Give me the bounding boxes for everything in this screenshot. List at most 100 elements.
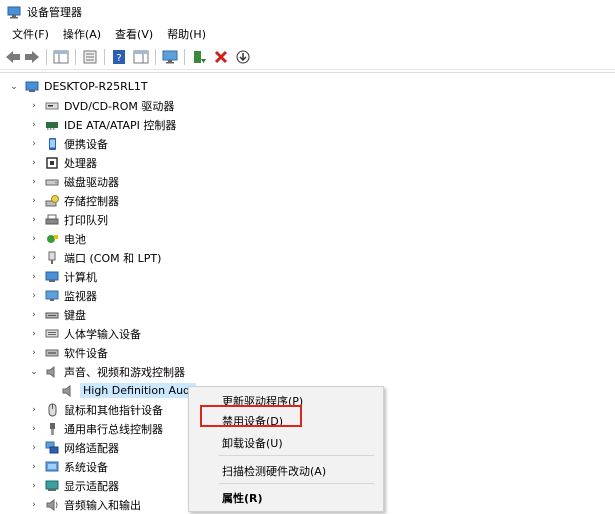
update-driver-icon[interactable] [190, 48, 208, 66]
tree-category[interactable]: › 监视器 [28, 286, 97, 305]
category-label: 显示适配器 [64, 479, 119, 493]
expand-chevron-icon[interactable]: › [28, 157, 40, 169]
ctx-properties[interactable]: 属性(R) [222, 490, 263, 506]
tree-category[interactable]: › DVD/CD-ROM 驱动器 [28, 96, 174, 115]
toolbar-separator [155, 49, 156, 65]
category-label: 计算机 [64, 270, 97, 284]
tree-category[interactable]: › 电池 [28, 229, 86, 248]
menu-action[interactable]: 操作(A) [61, 25, 103, 43]
printer-icon [44, 213, 60, 227]
tree-category[interactable]: › 便携设备 [28, 134, 108, 153]
disk-drive-icon [44, 175, 60, 189]
tree-category[interactable]: › IDE ATA/ATAPI 控制器 [28, 115, 176, 134]
expand-chevron-icon[interactable]: › [28, 423, 40, 435]
back-arrow-icon[interactable] [4, 48, 22, 66]
expand-chevron-icon[interactable]: › [28, 195, 40, 207]
expand-chevron-icon[interactable]: › [28, 442, 40, 454]
uninstall-x-icon[interactable] [212, 48, 230, 66]
tree-category[interactable]: › 计算机 [28, 267, 97, 286]
expand-chevron-icon[interactable]: › [28, 309, 40, 321]
menu-file[interactable]: 文件(F) [10, 25, 51, 43]
tree-category[interactable]: › 音频输入和输出 [28, 495, 141, 514]
portable-device-icon [44, 137, 60, 151]
category-label: 磁盘驱动器 [64, 175, 119, 189]
tree-category[interactable]: › 键盘 [28, 305, 86, 324]
dvd-drive-icon [44, 99, 60, 113]
storage-controller-icon [44, 194, 60, 208]
expand-chevron-icon[interactable]: › [28, 176, 40, 188]
tree-category[interactable]: › 软件设备 [28, 343, 108, 362]
expand-chevron-icon[interactable]: › [28, 233, 40, 245]
collapse-chevron-icon[interactable]: ⌄ [8, 81, 20, 93]
audio-io-icon [44, 498, 60, 512]
usb-icon [44, 422, 60, 436]
expand-chevron-icon[interactable]: › [28, 404, 40, 416]
highlight-box [200, 405, 302, 427]
category-label: 打印队列 [64, 213, 108, 227]
toolbar-separator [46, 49, 47, 65]
expand-chevron-icon[interactable]: › [28, 461, 40, 473]
expand-chevron-icon[interactable]: › [28, 138, 40, 150]
computer-icon [24, 80, 40, 94]
expand-chevron-icon[interactable]: › [28, 100, 40, 112]
ide-controller-icon [44, 118, 60, 132]
category-label: 端口 (COM 和 LPT) [64, 251, 162, 265]
keyboard-icon [44, 308, 60, 322]
category-label: 键盘 [64, 308, 86, 322]
expand-chevron-icon[interactable]: › [28, 214, 40, 226]
device-manager-icon [7, 5, 21, 19]
category-label: IDE ATA/ATAPI 控制器 [64, 118, 177, 132]
tree-category[interactable]: › 打印队列 [28, 210, 108, 229]
collapse-chevron-icon[interactable]: ⌄ [28, 366, 40, 378]
category-label: 网络适配器 [64, 441, 119, 455]
tree-category[interactable]: › 网络适配器 [28, 438, 119, 457]
expand-chevron-icon[interactable]: › [28, 499, 40, 511]
scan-monitor-icon[interactable] [161, 48, 179, 66]
tree-category[interactable]: › 处理器 [28, 153, 97, 172]
tree-category[interactable]: › 存储控制器 [28, 191, 119, 210]
category-label: 电池 [64, 232, 86, 246]
tree-category[interactable]: › 鼠标和其他指针设备 [28, 400, 163, 419]
download-circle-icon[interactable] [234, 48, 252, 66]
action-pane-icon[interactable] [132, 48, 150, 66]
title-bar: 设备管理器 [0, 0, 615, 24]
tree-category[interactable]: › 通用串行总线控制器 [28, 419, 163, 438]
menu-help[interactable]: 帮助(H) [165, 25, 208, 43]
toolbar: ? [0, 45, 615, 70]
expand-chevron-icon[interactable]: › [28, 252, 40, 264]
processor-icon [44, 156, 60, 170]
tree-category[interactable]: › 端口 (COM 和 LPT) [28, 248, 161, 267]
expand-chevron-icon[interactable]: › [28, 271, 40, 283]
expand-chevron-icon[interactable]: › [28, 328, 40, 340]
toolbar-separator [184, 49, 185, 65]
category-label: 处理器 [64, 156, 97, 170]
tree-category[interactable]: › 磁盘驱动器 [28, 172, 119, 191]
window-title: 设备管理器 [27, 6, 82, 19]
expand-chevron-icon[interactable]: › [28, 347, 40, 359]
expand-chevron-icon[interactable]: › [28, 480, 40, 492]
forward-arrow-icon[interactable] [23, 48, 41, 66]
category-label: 便携设备 [64, 137, 108, 151]
menu-view[interactable]: 查看(V) [113, 25, 155, 43]
audio-device-icon [60, 384, 76, 398]
tree-root[interactable]: ⌄ DESKTOP-R25RL1T [8, 77, 148, 96]
tree-category[interactable]: › 显示适配器 [28, 476, 119, 495]
expand-chevron-icon[interactable]: › [28, 290, 40, 302]
properties-sheet-icon[interactable] [81, 48, 99, 66]
mouse-icon [44, 403, 60, 417]
tree-category[interactable]: › 系统设备 [28, 457, 108, 476]
expand-chevron-icon[interactable]: › [28, 119, 40, 131]
tree-device-selected[interactable]: High Definition Audi [56, 381, 197, 400]
tree-category[interactable]: ⌄ 声音、视频和游戏控制器 [28, 362, 185, 381]
category-label: 监视器 [64, 289, 97, 303]
show-hide-console-tree-icon[interactable] [52, 48, 70, 66]
computer-icon [44, 270, 60, 284]
tree-category[interactable]: › 人体学输入设备 [28, 324, 141, 343]
root-label: DESKTOP-R25RL1T [44, 80, 148, 93]
category-label: 声音、视频和游戏控制器 [64, 365, 185, 379]
category-label: 存储控制器 [64, 194, 119, 208]
network-adapter-icon [44, 441, 60, 455]
ctx-scan-hardware[interactable]: 扫描检测硬件改动(A) [222, 463, 326, 479]
ctx-uninstall-device[interactable]: 卸载设备(U) [222, 435, 283, 451]
help-icon[interactable]: ? [110, 48, 128, 66]
